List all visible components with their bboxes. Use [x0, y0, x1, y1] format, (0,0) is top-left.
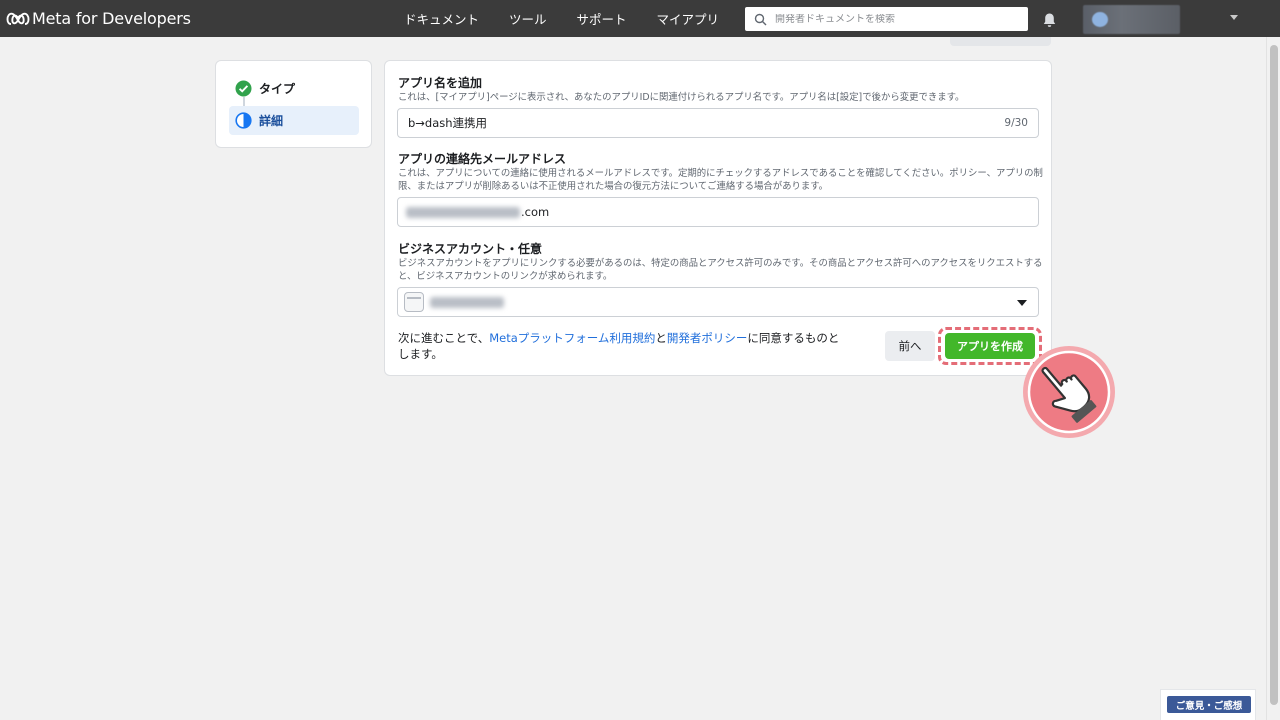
check-circle-icon — [235, 80, 252, 97]
app-name-label: アプリ名を追加 — [398, 76, 483, 90]
platform-terms-link[interactable]: Metaプラットフォーム利用規約 — [489, 331, 655, 345]
terms-prefix: 次に進むことで、 — [398, 331, 490, 345]
business-account-select[interactable] — [397, 287, 1039, 317]
scrollbar-thumb[interactable] — [1270, 45, 1278, 705]
meta-logo[interactable]: Meta for Developers — [6, 9, 191, 28]
business-label: ビジネスアカウント・任意 — [398, 242, 543, 256]
search-input[interactable] — [775, 13, 1015, 25]
feedback-button[interactable]: ご意見・ご感想 — [1167, 696, 1251, 713]
half-circle-icon — [235, 112, 252, 129]
terms-middle: と — [655, 331, 667, 345]
feedback-widget: ご意見・ご感想 — [1160, 689, 1256, 720]
email-field[interactable]: .com — [397, 197, 1039, 227]
app-name-value: b→dash連携用 — [408, 116, 488, 130]
nav-link-tools[interactable]: ツール — [509, 9, 547, 28]
nav-link-my-apps[interactable]: マイアプリ — [657, 9, 720, 28]
terms-text: 次に進むことで、Metaプラットフォーム利用規約と開発者ポリシーに同意するものと… — [398, 330, 848, 362]
step-label: 詳細 — [259, 114, 284, 128]
pointer-hand-icon — [1023, 346, 1115, 438]
app-name-description: これは、[マイアプリ]ページに表示され、あなたのアプリIDに関連付けられるアプリ… — [398, 92, 965, 103]
search-icon — [754, 13, 767, 25]
step-details[interactable]: 詳細 — [229, 106, 359, 135]
search-box[interactable] — [745, 7, 1028, 31]
nav-link-support[interactable]: サポート — [577, 9, 627, 28]
step-label: タイプ — [259, 82, 296, 96]
dropdown-caret-icon — [1017, 300, 1027, 306]
nav-link-docs[interactable]: ドキュメント — [404, 9, 479, 28]
header-action-stub — [950, 37, 1051, 46]
char-counter: 9/30 — [1004, 117, 1028, 129]
brand-name: Meta for Developers — [32, 9, 191, 28]
email-suffix: .com — [521, 205, 550, 219]
vertical-scrollbar[interactable] — [1266, 37, 1280, 720]
back-button[interactable]: 前へ — [885, 331, 935, 361]
avatar — [1092, 12, 1108, 27]
app-name-input[interactable]: b→dash連携用 9/30 — [397, 108, 1039, 138]
step-sidebar: タイプ 詳細 — [215, 60, 372, 148]
email-label: アプリの連絡先メールアドレス — [398, 152, 567, 166]
email-description: これは、アプリについての連絡に使用されるメールアドレスです。定期的にチェックする… — [398, 168, 1043, 192]
meta-infinity-icon — [6, 12, 30, 25]
redacted-email — [406, 206, 520, 218]
step-type[interactable]: タイプ — [229, 74, 359, 103]
chevron-down-icon[interactable] — [1230, 15, 1238, 20]
app-details-form: アプリ名を追加 これは、[マイアプリ]ページに表示され、あなたのアプリIDに関連… — [384, 60, 1052, 376]
top-nav: Meta for Developers ドキュメント ツール サポート マイアプ… — [0, 0, 1280, 37]
bell-icon[interactable] — [1042, 12, 1057, 28]
business-icon — [404, 292, 424, 312]
business-description: ビジネスアカウントをアプリにリンクする必要があるのは、特定の商品とアクセス許可の… — [398, 258, 1043, 282]
developer-policy-link[interactable]: 開発者ポリシー — [667, 331, 748, 345]
account-menu[interactable] — [1083, 5, 1180, 34]
redacted-business-name — [430, 296, 504, 308]
nav-links: ドキュメント ツール サポート マイアプリ — [404, 0, 749, 37]
